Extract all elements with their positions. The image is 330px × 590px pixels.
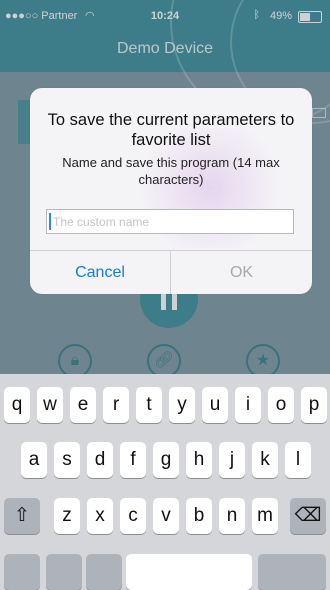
key-f[interactable]: f [120,442,146,478]
return-key[interactable] [258,554,326,590]
key-v[interactable]: v [153,498,179,534]
key-x[interactable]: x [87,498,113,534]
key-s[interactable]: s [54,442,80,478]
dialog-title: To save the current parameters to favori… [47,111,295,149]
key-y[interactable]: y [169,387,195,423]
cancel-button[interactable]: Cancel [30,251,170,294]
key-t[interactable]: t [136,387,162,423]
key-b[interactable]: b [186,498,212,534]
key-l[interactable]: l [285,442,311,478]
key-u[interactable]: u [202,387,228,423]
key-m[interactable]: m [252,498,278,534]
keyboard: q w e r t y u i o p a s d f g h j k l ⇧ … [0,374,330,590]
text-cursor [49,213,51,230]
save-favorite-dialog: To save the current parameters to favori… [30,88,312,294]
key-n[interactable]: n [219,498,245,534]
key-c[interactable]: c [120,498,146,534]
key-k[interactable]: k [252,442,278,478]
emoji-key[interactable] [46,554,82,590]
key-a[interactable]: a [21,442,47,478]
dictation-key[interactable] [86,554,122,590]
shift-key[interactable]: ⇧ [4,498,40,534]
key-e[interactable]: e [70,387,96,423]
key-o[interactable]: o [268,387,294,423]
key-w[interactable]: w [37,387,63,423]
key-j[interactable]: j [219,442,245,478]
key-g[interactable]: g [153,442,179,478]
space-key[interactable] [126,554,252,590]
key-p[interactable]: p [301,387,327,423]
custom-name-input[interactable] [46,209,294,234]
key-h[interactable]: h [186,442,212,478]
key-i[interactable]: i [235,387,261,423]
dialog-message: Name and save this program (14 max chara… [62,155,280,187]
backspace-key[interactable]: ⌫ [290,498,326,534]
key-r[interactable]: r [103,387,129,423]
key-z[interactable]: z [54,498,80,534]
key-q[interactable]: q [4,387,30,423]
numbers-key[interactable] [4,554,40,590]
shift-icon: ⇧ [14,505,30,526]
backspace-icon: ⌫ [294,505,322,526]
ok-button[interactable]: OK [171,251,312,294]
key-d[interactable]: d [87,442,113,478]
